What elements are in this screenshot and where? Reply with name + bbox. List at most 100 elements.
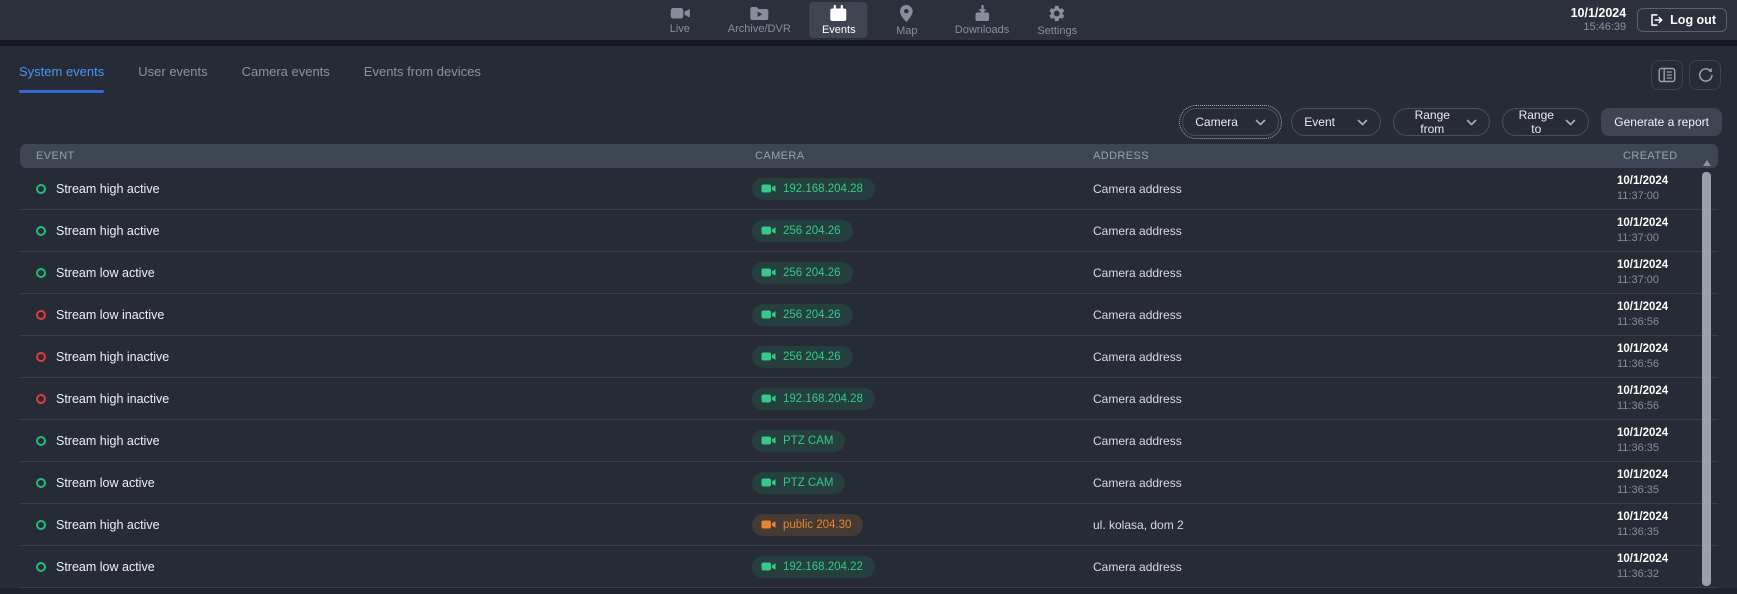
camera-address: Camera address xyxy=(1093,308,1182,322)
nav-label: Live xyxy=(670,23,690,35)
event-status-icon xyxy=(36,520,46,530)
refresh-button[interactable] xyxy=(1689,60,1721,90)
created-cell: 10/1/2024 11:36:32 xyxy=(1600,552,1718,581)
chevron-down-icon xyxy=(1466,119,1477,126)
created-cell: 10/1/2024 11:36:56 xyxy=(1600,384,1718,413)
camera-icon xyxy=(761,393,776,404)
nav-label: Settings xyxy=(1037,25,1077,37)
event-label: Stream low active xyxy=(56,266,155,280)
camera-badge[interactable]: 256 204.26 xyxy=(752,304,853,326)
camera-name: 256 204.26 xyxy=(783,225,841,237)
camera-cell: 256 204.26 xyxy=(739,346,1077,368)
table-row[interactable]: Stream high active public 204.30 ul. kol… xyxy=(20,504,1718,546)
nav-label: Map xyxy=(896,25,917,37)
camera-icon xyxy=(761,477,776,488)
event-filter-label: Event xyxy=(1304,115,1335,129)
table-row[interactable]: Stream low active 192.168.204.22 Camera … xyxy=(20,546,1718,588)
logout-icon xyxy=(1648,12,1664,28)
created-cell: 10/1/2024 11:37:00 xyxy=(1600,216,1718,245)
table-row[interactable]: Stream high active PTZ CAM Camera addres… xyxy=(20,420,1718,462)
table-row[interactable]: Stream low active PTZ CAM Camera address… xyxy=(20,462,1718,504)
camera-badge[interactable]: 256 204.26 xyxy=(752,262,853,284)
camera-address: Camera address xyxy=(1093,224,1182,238)
camera-cell: 256 204.26 xyxy=(739,220,1077,242)
camera-name: public 204.30 xyxy=(783,519,851,531)
camera-address: Camera address xyxy=(1093,434,1182,448)
scrollbar-thumb[interactable] xyxy=(1702,172,1711,586)
range-from-dropdown[interactable]: Range from xyxy=(1393,108,1490,136)
address-cell: Camera address xyxy=(1077,392,1600,406)
event-label: Stream high active xyxy=(56,224,160,238)
datetime: 10/1/2024 15:46:39 xyxy=(1571,6,1627,34)
event-cell: Stream high active xyxy=(20,182,739,196)
event-label: Stream high active xyxy=(56,182,160,196)
camera-badge[interactable]: public 204.30 xyxy=(752,514,863,536)
camera-filter-dropdown[interactable]: Camera xyxy=(1182,108,1279,136)
table-row[interactable]: Stream high inactive 256 204.26 Camera a… xyxy=(20,336,1718,378)
camera-badge[interactable]: 192.168.204.28 xyxy=(752,388,875,410)
camera-cell: 192.168.204.22 xyxy=(739,556,1077,578)
camera-cell: 192.168.204.28 xyxy=(739,178,1077,200)
address-cell: Camera address xyxy=(1077,560,1600,574)
camera-name: PTZ CAM xyxy=(783,477,833,489)
camera-name: 192.168.204.28 xyxy=(783,183,863,195)
camera-icon xyxy=(761,561,776,572)
events-calendar-icon xyxy=(829,4,849,22)
event-cell: Stream low active xyxy=(20,476,739,490)
nav-item-settings[interactable]: Settings xyxy=(1028,2,1086,38)
tabbar: System events User events Camera events … xyxy=(0,46,1737,104)
event-filter-dropdown[interactable]: Event xyxy=(1291,108,1381,136)
tab-camera-events[interactable]: Camera events xyxy=(242,64,330,93)
address-cell: Camera address xyxy=(1077,182,1600,196)
nav-label: Downloads xyxy=(955,24,1009,36)
event-label: Stream high inactive xyxy=(56,350,169,364)
scrollbar-up-arrow-icon[interactable] xyxy=(1703,160,1711,166)
tab-system-events[interactable]: System events xyxy=(19,64,104,93)
table-row[interactable]: Stream low active 256 204.26 Camera addr… xyxy=(20,252,1718,294)
event-status-icon xyxy=(36,268,46,278)
tab-user-events[interactable]: User events xyxy=(138,64,207,93)
table-row[interactable]: Stream high active 256 204.26 Camera add… xyxy=(20,210,1718,252)
report-journal-button[interactable] xyxy=(1651,60,1683,90)
address-cell: Camera address xyxy=(1077,266,1600,280)
created-cell: 10/1/2024 11:36:35 xyxy=(1600,510,1718,539)
camera-badge[interactable]: PTZ CAM xyxy=(752,430,845,452)
chevron-down-icon xyxy=(1357,119,1368,126)
event-status-icon xyxy=(36,394,46,404)
camera-name: 192.168.204.22 xyxy=(783,561,863,573)
logout-button[interactable]: Log out xyxy=(1637,8,1727,32)
refresh-icon xyxy=(1696,66,1714,84)
generate-report-button[interactable]: Generate a report xyxy=(1601,108,1722,136)
event-label: Stream high inactive xyxy=(56,392,169,406)
nav-item-downloads[interactable]: Downloads xyxy=(946,2,1018,38)
camera-badge[interactable]: 192.168.204.28 xyxy=(752,178,875,200)
nav-item-map[interactable]: Map xyxy=(878,2,936,38)
event-label: Stream high active xyxy=(56,434,160,448)
camera-badge[interactable]: 256 204.26 xyxy=(752,220,853,242)
table-header: EVENT CAMERA ADDRESS CREATED xyxy=(20,144,1718,168)
chevron-down-icon xyxy=(1565,119,1576,126)
camera-icon xyxy=(761,351,776,362)
camera-name: 192.168.204.28 xyxy=(783,393,863,405)
address-cell: Camera address xyxy=(1077,308,1600,322)
created-cell: 10/1/2024 11:36:35 xyxy=(1600,468,1718,497)
tab-events-from-devices[interactable]: Events from devices xyxy=(364,64,481,93)
camera-badge[interactable]: PTZ CAM xyxy=(752,472,845,494)
camera-name: PTZ CAM xyxy=(783,435,833,447)
table-row[interactable]: Stream high active 192.168.204.28 Camera… xyxy=(20,168,1718,210)
range-to-dropdown[interactable]: Range to xyxy=(1502,108,1589,136)
camera-cell: public 204.30 xyxy=(739,514,1077,536)
camera-badge[interactable]: 192.168.204.22 xyxy=(752,556,875,578)
range-from-label: Range from xyxy=(1406,108,1458,136)
nav-item-archive-dvr[interactable]: Archive/DVR xyxy=(719,2,800,38)
nav-item-live[interactable]: Live xyxy=(651,2,709,38)
camera-badge[interactable]: 256 204.26 xyxy=(752,346,853,368)
table-row[interactable]: Stream high inactive 192.168.204.28 Came… xyxy=(20,378,1718,420)
camera-address: Camera address xyxy=(1093,266,1182,280)
table-row[interactable]: Stream low inactive 256 204.26 Camera ad… xyxy=(20,294,1718,336)
address-cell: ul. kolasa, dom 2 xyxy=(1077,518,1600,532)
event-cell: Stream high active xyxy=(20,224,739,238)
camera-name: 256 204.26 xyxy=(783,267,841,279)
camera-address: ul. kolasa, dom 2 xyxy=(1093,518,1184,532)
nav-item-events[interactable]: Events xyxy=(810,2,868,38)
